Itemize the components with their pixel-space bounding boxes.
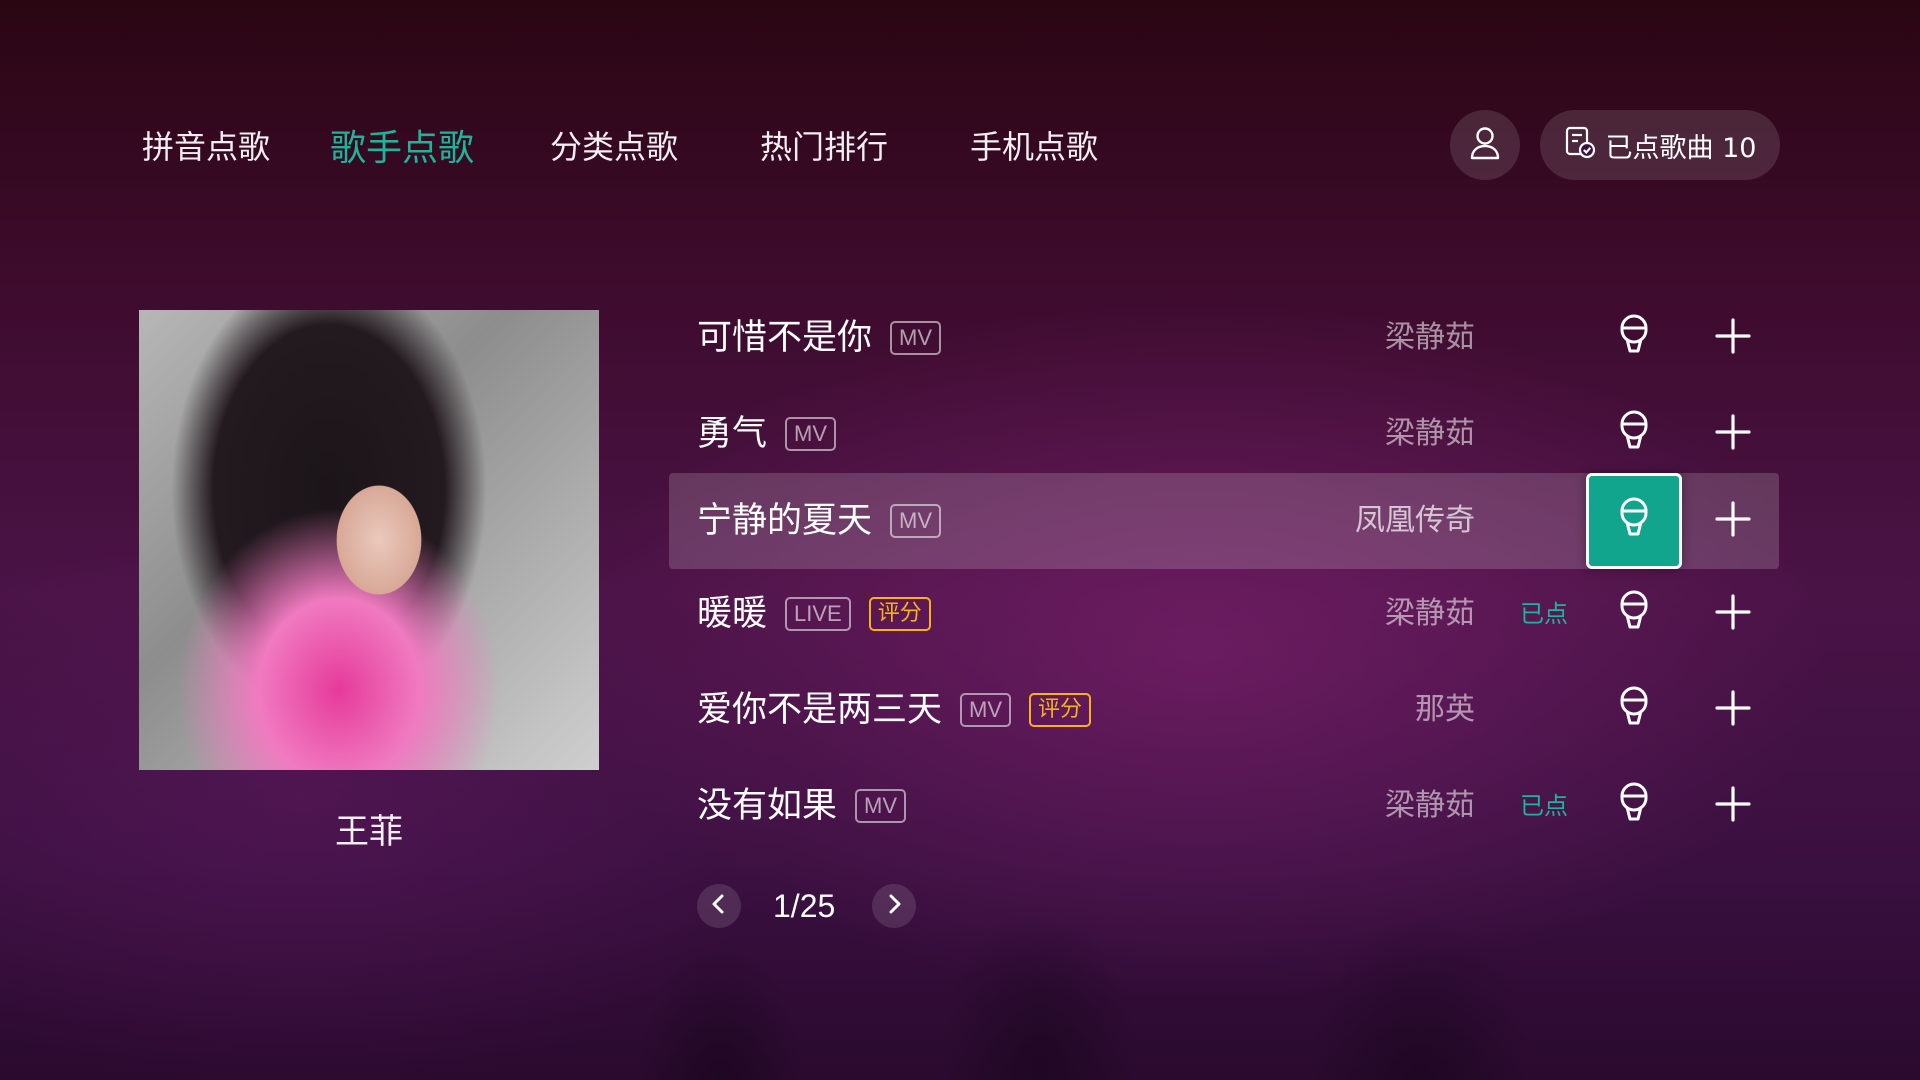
user-button[interactable] (1450, 110, 1520, 180)
chevron-left-icon (709, 892, 729, 920)
plus-icon (1715, 414, 1751, 454)
page-indicator: 1/25 (773, 888, 836, 924)
queued-songs-button[interactable]: 已点歌曲 10 (1540, 110, 1780, 180)
microphone-icon (1617, 497, 1651, 545)
song-artist: 梁静茹 (1385, 788, 1475, 823)
microphone-icon (1617, 314, 1651, 362)
sing-button[interactable] (1586, 566, 1682, 662)
mv-tag: MV (855, 789, 907, 823)
add-to-queue-button[interactable] (1685, 473, 1781, 569)
song-title: 宁静的夏天 (697, 501, 873, 541)
live-tag: LIVE (785, 597, 851, 631)
sing-button[interactable] (1586, 386, 1682, 482)
song-artist: 梁静茹 (1385, 416, 1475, 451)
plus-icon (1715, 501, 1751, 541)
plus-icon (1715, 594, 1751, 634)
playlist-check-icon (1564, 125, 1596, 166)
tab-pinyin[interactable]: 拼音点歌 (142, 122, 270, 168)
sing-button[interactable] (1586, 758, 1682, 854)
song-title: 没有如果 (697, 786, 838, 826)
add-to-queue-button[interactable] (1685, 758, 1781, 854)
song-row[interactable]: 可惜不是你 MV 梁静茹 (669, 290, 1779, 386)
add-to-queue-button[interactable] (1685, 662, 1781, 758)
add-to-queue-button[interactable] (1685, 290, 1781, 386)
sing-button[interactable] (1586, 473, 1682, 569)
played-badge: 已点 (1520, 600, 1568, 628)
mv-tag: MV (890, 321, 942, 355)
microphone-icon (1617, 686, 1651, 734)
prev-page-button[interactable] (697, 884, 741, 928)
artist-photo (139, 310, 599, 770)
sing-button[interactable] (1586, 290, 1682, 386)
score-tag: 评分 (1029, 693, 1092, 727)
add-to-queue-button[interactable] (1685, 566, 1781, 662)
user-icon (1469, 126, 1501, 164)
song-title: 勇气 (697, 414, 768, 454)
microphone-icon (1617, 590, 1651, 638)
next-page-button[interactable] (872, 884, 916, 928)
song-artist: 凤凰传奇 (1355, 503, 1475, 538)
song-title: 暖暖 (697, 594, 768, 634)
song-title: 可惜不是你 (697, 318, 873, 358)
plus-icon (1715, 690, 1751, 730)
played-badge: 已点 (1520, 792, 1568, 820)
song-artist: 梁静茹 (1385, 596, 1475, 631)
score-tag: 评分 (868, 597, 931, 631)
song-row-selected[interactable]: 宁静的夏天 MV 凤凰传奇 (669, 473, 1779, 569)
tab-category[interactable]: 分类点歌 (550, 122, 678, 168)
add-to-queue-button[interactable] (1685, 386, 1781, 482)
song-row[interactable]: 爱你不是两三天 MV 评分 那英 (669, 662, 1779, 758)
microphone-icon (1617, 410, 1651, 458)
sing-button[interactable] (1586, 662, 1682, 758)
tab-singer[interactable]: 歌手点歌 (330, 119, 474, 171)
mv-tag: MV (890, 504, 942, 538)
tab-hot-chart[interactable]: 热门排行 (760, 122, 888, 168)
tab-mobile[interactable]: 手机点歌 (970, 122, 1098, 168)
plus-icon (1715, 786, 1751, 826)
microphone-icon (1617, 782, 1651, 830)
song-row[interactable]: 暖暖 LIVE 评分 梁静茹 已点 (669, 566, 1779, 662)
song-artist: 梁静茹 (1385, 320, 1475, 355)
song-row[interactable]: 没有如果 MV 梁静茹 已点 (669, 758, 1779, 854)
mv-tag: MV (960, 693, 1012, 727)
queued-songs-label: 已点歌曲 10 (1605, 132, 1757, 164)
plus-icon (1715, 318, 1751, 358)
song-artist: 那英 (1415, 692, 1475, 727)
song-row[interactable]: 勇气 MV 梁静茹 (669, 386, 1779, 482)
song-title: 爱你不是两三天 (697, 690, 943, 730)
mv-tag: MV (785, 417, 837, 451)
artist-name: 王菲 (335, 812, 403, 852)
chevron-right-icon (884, 892, 904, 920)
